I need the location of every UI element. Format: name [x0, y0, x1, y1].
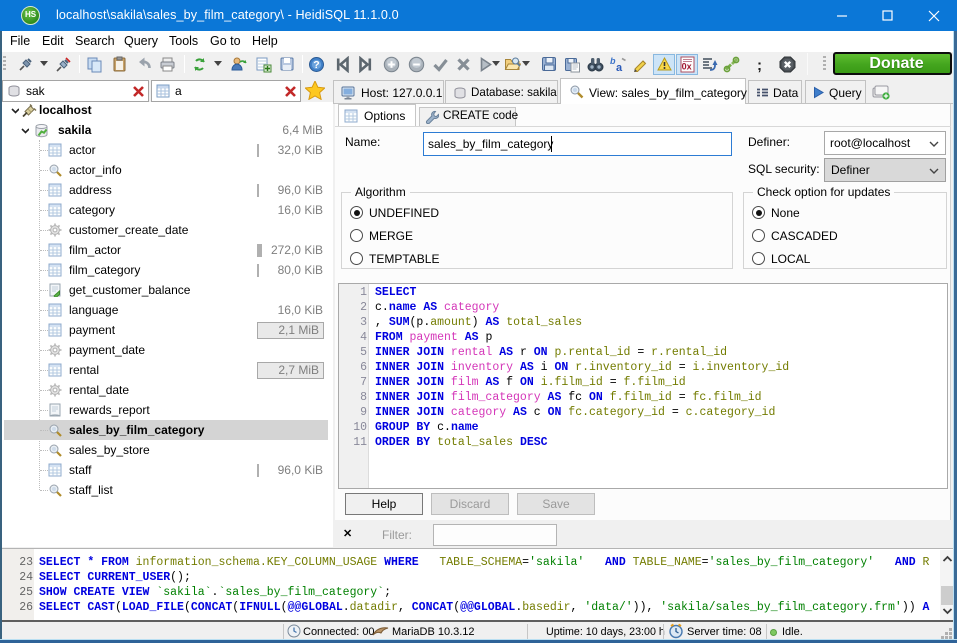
svg-text:a: a — [616, 62, 623, 73]
svg-text:?: ? — [313, 59, 319, 71]
svg-text:0x: 0x — [682, 62, 692, 72]
svg-text:;: ; — [757, 57, 762, 73]
